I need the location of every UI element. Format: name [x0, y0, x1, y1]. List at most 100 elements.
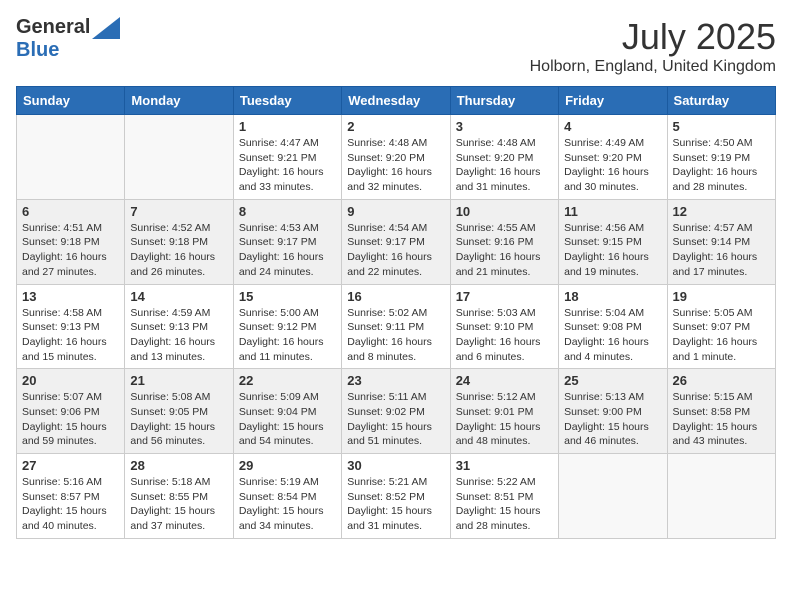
sunset-text: Sunset: 9:19 PM — [673, 152, 751, 164]
calendar-cell: 2Sunrise: 4:48 AMSunset: 9:20 PMDaylight… — [342, 115, 450, 200]
day-number: 9 — [347, 204, 444, 219]
daylight-text: Daylight: 15 hours and 48 minutes. — [456, 421, 541, 448]
day-number: 10 — [456, 204, 553, 219]
day-info: Sunrise: 4:53 AMSunset: 9:17 PMDaylight:… — [239, 221, 336, 280]
calendar-cell: 17 Sunrise: 5:03 AMSunset: 9:10 PMDayligh… — [450, 284, 558, 369]
calendar-cell: 1Sunrise: 4:47 AMSunset: 9:21 PMDaylight… — [233, 115, 341, 200]
calendar-cell: 31Sunrise: 5:22 AMSunset: 8:51 PMDayligh… — [450, 454, 558, 539]
day-number: 14 — [130, 289, 227, 304]
daylight-text: Daylight: 16 hours and 22 minutes. — [347, 251, 432, 278]
sunset-text: Sunset: 9:16 PM — [456, 236, 534, 248]
day-info: Sunrise: 5:09 AMSunset: 9:04 PMDaylight:… — [239, 390, 336, 449]
day-number: 3 — [456, 119, 553, 134]
calendar-week-row: 1Sunrise: 4:47 AMSunset: 9:21 PMDaylight… — [17, 115, 776, 200]
sunset-text: Sunset: 9:15 PM — [564, 236, 642, 248]
daylight-text: Daylight: 15 hours and 43 minutes. — [673, 421, 758, 448]
day-info: Sunrise: 4:48 AMSunset: 9:20 PMDaylight:… — [456, 136, 553, 195]
daylight-text: Daylight: 16 hours and 8 minutes. — [347, 336, 432, 363]
day-info: Sunrise: 5:16 AMSunset: 8:57 PMDaylight:… — [22, 475, 119, 534]
day-number: 21 — [130, 373, 227, 388]
sunrise-text: Sunrise: 4:51 AM — [22, 222, 102, 234]
weekday-header-monday: Monday — [125, 87, 233, 115]
sunrise-text: Sunrise: 5:22 AM — [456, 476, 536, 488]
sunrise-text: Sunrise: 4:57 AM — [673, 222, 753, 234]
weekday-header-tuesday: Tuesday — [233, 87, 341, 115]
calendar-cell: 18Sunrise: 5:04 AMSunset: 9:08 PMDayligh… — [559, 284, 667, 369]
day-info: Sunrise: 5:13 AMSunset: 9:00 PMDaylight:… — [564, 390, 661, 449]
sunrise-text: Sunrise: 5:04 AM — [564, 307, 644, 319]
day-info: Sunrise: 4:56 AMSunset: 9:15 PMDaylight:… — [564, 221, 661, 280]
sunset-text: Sunset: 9:04 PM — [239, 406, 317, 418]
day-info: Sunrise: 4:58 AMSunset: 9:13 PMDaylight:… — [22, 306, 119, 365]
calendar-cell — [125, 115, 233, 200]
day-info: Sunrise: 4:55 AMSunset: 9:16 PMDaylight:… — [456, 221, 553, 280]
calendar-cell: 22Sunrise: 5:09 AMSunset: 9:04 PMDayligh… — [233, 369, 341, 454]
day-number: 2 — [347, 119, 444, 134]
logo-icon — [92, 17, 120, 39]
day-info: Sunrise: 4:57 AMSunset: 9:14 PMDaylight:… — [673, 221, 770, 280]
sunrise-text: Sunrise: 5:16 AM — [22, 476, 102, 488]
day-number: 13 — [22, 289, 119, 304]
calendar-cell: 28Sunrise: 5:18 AMSunset: 8:55 PMDayligh… — [125, 454, 233, 539]
calendar-cell: 3Sunrise: 4:48 AMSunset: 9:20 PMDaylight… — [450, 115, 558, 200]
calendar-cell: 9Sunrise: 4:54 AMSunset: 9:17 PMDaylight… — [342, 199, 450, 284]
day-number: 12 — [673, 204, 770, 219]
title-block: July 2025 Holborn, England, United Kingd… — [530, 16, 776, 76]
sunrise-text: Sunrise: 5:12 AM — [456, 391, 536, 403]
day-number: 18 — [564, 289, 661, 304]
calendar-cell — [17, 115, 125, 200]
calendar-cell: 30Sunrise: 5:21 AMSunset: 8:52 PMDayligh… — [342, 454, 450, 539]
weekday-header-thursday: Thursday — [450, 87, 558, 115]
weekday-header-wednesday: Wednesday — [342, 87, 450, 115]
sunset-text: Sunset: 8:52 PM — [347, 491, 425, 503]
logo-general-text: General — [16, 16, 90, 39]
day-info: Sunrise: 5:03 AMSunset: 9:10 PMDaylight:… — [456, 306, 553, 365]
day-info: Sunrise: 5:21 AMSunset: 8:52 PMDaylight:… — [347, 475, 444, 534]
daylight-text: Daylight: 16 hours and 13 minutes. — [130, 336, 215, 363]
logo: General Blue — [16, 16, 120, 62]
day-info: Sunrise: 4:48 AMSunset: 9:20 PMDaylight:… — [347, 136, 444, 195]
weekday-header-saturday: Saturday — [667, 87, 775, 115]
daylight-text: Daylight: 15 hours and 54 minutes. — [239, 421, 324, 448]
calendar-cell: 16Sunrise: 5:02 AMSunset: 9:11 PMDayligh… — [342, 284, 450, 369]
sunset-text: Sunset: 9:20 PM — [456, 152, 534, 164]
calendar-week-row: 27Sunrise: 5:16 AMSunset: 8:57 PMDayligh… — [17, 454, 776, 539]
daylight-text: Daylight: 16 hours and 6 minutes. — [456, 336, 541, 363]
calendar-cell: 19Sunrise: 5:05 AMSunset: 9:07 PMDayligh… — [667, 284, 775, 369]
calendar-cell: 20Sunrise: 5:07 AMSunset: 9:06 PMDayligh… — [17, 369, 125, 454]
calendar-cell: 24Sunrise: 5:12 AMSunset: 9:01 PMDayligh… — [450, 369, 558, 454]
sunrise-text: Sunrise: 4:54 AM — [347, 222, 427, 234]
sunset-text: Sunset: 8:55 PM — [130, 491, 208, 503]
sunset-text: Sunset: 9:21 PM — [239, 152, 317, 164]
sunset-text: Sunset: 9:20 PM — [564, 152, 642, 164]
day-info: Sunrise: 5:02 AM Sunset: 9:11 PM Daylight:… — [347, 306, 444, 365]
calendar-cell: 8Sunrise: 4:53 AMSunset: 9:17 PMDaylight… — [233, 199, 341, 284]
weekday-header-sunday: Sunday — [17, 87, 125, 115]
sunset-text: Sunset: 9:11 PM — [347, 321, 424, 333]
daylight-text: Daylight: 16 hours and 1 minute. — [673, 336, 758, 363]
calendar-table: SundayMondayTuesdayWednesdayThursdayFrid… — [16, 86, 776, 539]
daylight-text: Daylight: 15 hours and 34 minutes. — [239, 505, 324, 532]
sunset-text: Sunset: 9:05 PM — [130, 406, 208, 418]
sunset-text: Sunset: 9:06 PM — [22, 406, 100, 418]
daylight-text: Daylight: 16 hours and 15 minutes. — [22, 336, 107, 363]
sunrise-text: Sunrise: 4:48 AM — [456, 137, 536, 149]
day-info: Sunrise: 4:49 AMSunset: 9:20 PMDaylight:… — [564, 136, 661, 195]
daylight-text: Daylight: 16 hours and 28 minutes. — [673, 166, 758, 193]
day-info: Sunrise: 4:47 AMSunset: 9:21 PMDaylight:… — [239, 136, 336, 195]
daylight-text: Daylight: 16 hours and 27 minutes. — [22, 251, 107, 278]
daylight-text: Daylight: 16 hours and 30 minutes. — [564, 166, 649, 193]
calendar-week-row: 13 Sunrise: 4:58 AMSunset: 9:13 PMDayligh… — [17, 284, 776, 369]
day-info: Sunrise: 5:11 AMSunset: 9:02 PMDaylight:… — [347, 390, 444, 449]
sunset-text: Sunset: 9:20 PM — [347, 152, 425, 164]
calendar-cell: 23Sunrise: 5:11 AMSunset: 9:02 PMDayligh… — [342, 369, 450, 454]
day-info: Sunrise: 4:51 AMSunset: 9:18 PMDaylight:… — [22, 221, 119, 280]
sunrise-text: Sunrise: 5:02 AM — [347, 307, 427, 319]
sunrise-text: Sunrise: 4:52 AM — [130, 222, 210, 234]
day-number: 17 — [456, 289, 553, 304]
sunrise-text: Sunrise: 4:48 AM — [347, 137, 427, 149]
day-number: 28 — [130, 458, 227, 473]
weekday-header-friday: Friday — [559, 87, 667, 115]
sunrise-text: Sunrise: 5:18 AM — [130, 476, 210, 488]
sunrise-text: Sunrise: 5:00 AM — [239, 307, 319, 319]
